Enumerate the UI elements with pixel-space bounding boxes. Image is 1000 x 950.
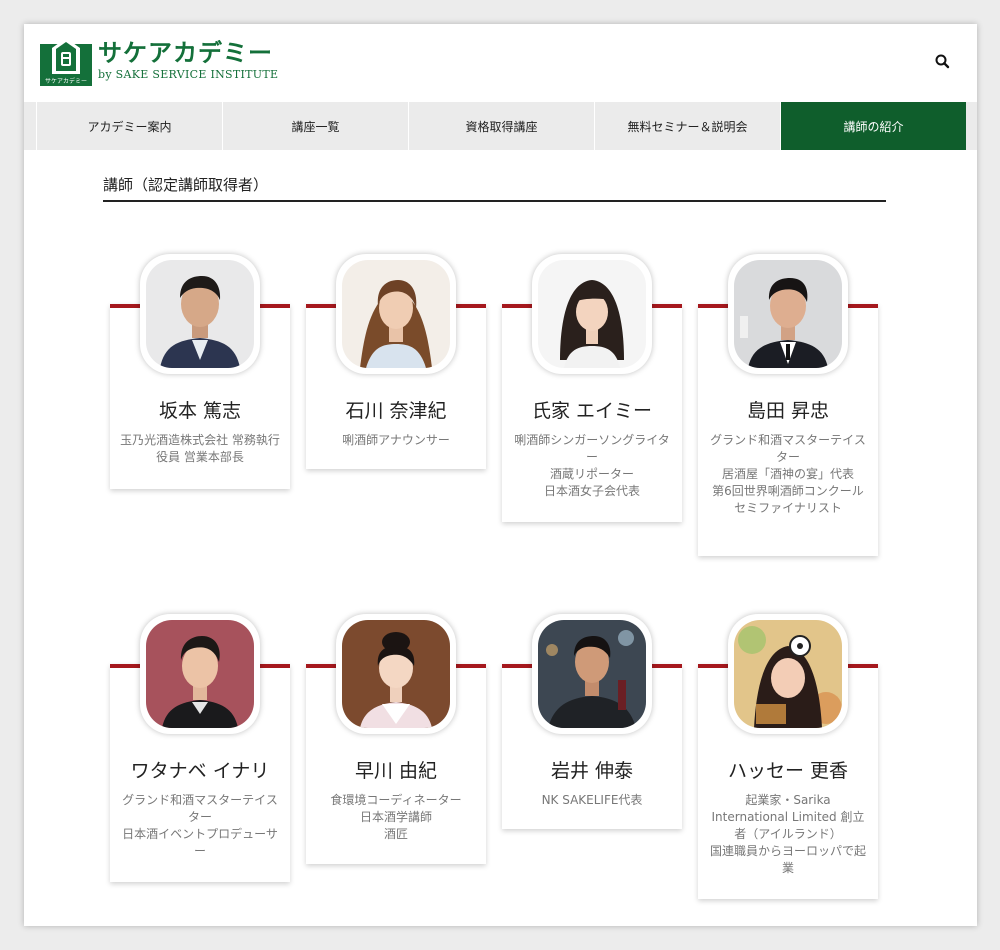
instructor-role: 唎酒師アナウンサー xyxy=(342,433,450,447)
logo-title: サケアカデミー xyxy=(98,39,273,67)
nav-item-academy-guide[interactable]: アカデミー案内 xyxy=(36,102,222,150)
sake-academy-logo-icon: サケアカデミー xyxy=(40,38,92,86)
nav-item-instructors[interactable]: 講師の紹介 xyxy=(780,102,966,150)
photo-frame xyxy=(140,614,260,734)
photo-frame xyxy=(336,254,456,374)
section-title: 講師（認定講師取得者） xyxy=(103,174,886,202)
nav-item-certification-courses[interactable]: 資格取得講座 xyxy=(408,102,594,150)
page: サケアカデミー サケアカデミー by SAKE SERVICE INSTITUT… xyxy=(24,24,977,926)
nav-item-free-seminars[interactable]: 無料セミナー＆説明会 xyxy=(594,102,780,150)
instructor-role: 玉乃光酒造株式会社 常務執行役員 営業本部長 xyxy=(120,433,280,464)
instructor-role: 起業家・Sarika International Limited 創立者（アイル… xyxy=(709,793,866,875)
logo-subtitle: by SAKE SERVICE INSTITUTE xyxy=(98,68,279,81)
instructor-card-sakamoto[interactable]: 坂本 篤志 玉乃光酒造株式会社 常務執行役員 営業本部長 xyxy=(110,254,290,489)
search-icon[interactable] xyxy=(933,52,953,72)
photo-frame xyxy=(336,614,456,734)
site-logo[interactable]: サケアカデミー サケアカデミー by SAKE SERVICE INSTITUT… xyxy=(40,38,278,86)
photo-frame xyxy=(728,254,848,374)
instructor-role: 唎酒師シンガーソングライター 酒蔵リポーター 日本酒女子会代表 xyxy=(514,433,670,498)
instructor-name: 岩井 伸泰 xyxy=(550,760,634,782)
instructor-card-shimada[interactable]: 島田 昇忠 グランド和酒マスターテイスター 居酒屋「酒神の宴」代表 第6回世界唎… xyxy=(698,254,878,556)
instructor-card-iwai[interactable]: 岩井 伸泰 NK SAKELIFE代表 xyxy=(502,614,682,829)
instructor-role: グランド和酒マスターテイスター 居酒屋「酒神の宴」代表 第6回世界唎酒師コンクー… xyxy=(710,433,866,515)
instructor-role: グランド和酒マスターテイスター 日本酒イベントプロデューサー xyxy=(122,793,278,858)
nav-item-courses[interactable]: 講座一覧 xyxy=(222,102,408,150)
site-header: サケアカデミー サケアカデミー by SAKE SERVICE INSTITUT… xyxy=(24,24,977,102)
instructor-photo xyxy=(342,260,450,368)
instructor-name: 島田 昇忠 xyxy=(746,400,830,422)
logo-mark-text: サケアカデミー xyxy=(45,77,87,85)
instructor-card-hayakawa[interactable]: 早川 由紀 食環境コーディネーター 日本酒学講師 酒匠 xyxy=(306,614,486,864)
photo-frame xyxy=(140,254,260,374)
instructor-name: 早川 由紀 xyxy=(354,760,438,782)
instructor-photo xyxy=(734,620,842,728)
instructor-photo xyxy=(538,260,646,368)
instructor-photo xyxy=(146,620,254,728)
instructor-card-ishikawa[interactable]: 石川 奈津紀 唎酒師アナウンサー xyxy=(306,254,486,469)
instructor-card-ujiie[interactable]: 氏家 エイミー 唎酒師シンガーソングライター 酒蔵リポーター 日本酒女子会代表 xyxy=(502,254,682,522)
instructor-name: ワタナベ イナリ xyxy=(130,760,270,782)
main-nav: アカデミー案内 講座一覧 資格取得講座 無料セミナー＆説明会 講師の紹介 xyxy=(24,102,977,150)
instructor-photo xyxy=(146,260,254,368)
instructor-name: ハッセー 更香 xyxy=(727,760,849,782)
instructor-name: 氏家 エイミー xyxy=(531,400,653,422)
instructor-name: 石川 奈津紀 xyxy=(345,400,447,422)
instructor-role: NK SAKELIFE代表 xyxy=(541,793,643,807)
instructor-photo xyxy=(734,260,842,368)
instructor-card-watanabe[interactable]: ワタナベ イナリ グランド和酒マスターテイスター 日本酒イベントプロデューサー xyxy=(110,614,290,882)
instructor-photo xyxy=(342,620,450,728)
logo-text: サケアカデミー by SAKE SERVICE INSTITUTE xyxy=(98,38,278,82)
instructor-photo xyxy=(538,620,646,728)
photo-frame xyxy=(532,614,652,734)
photo-frame xyxy=(532,254,652,374)
photo-frame xyxy=(728,614,848,734)
instructor-role: 食環境コーディネーター 日本酒学講師 酒匠 xyxy=(330,793,462,841)
instructor-card-hassey[interactable]: ハッセー 更香 起業家・Sarika International Limited… xyxy=(698,614,878,899)
instructor-name: 坂本 篤志 xyxy=(158,400,242,422)
